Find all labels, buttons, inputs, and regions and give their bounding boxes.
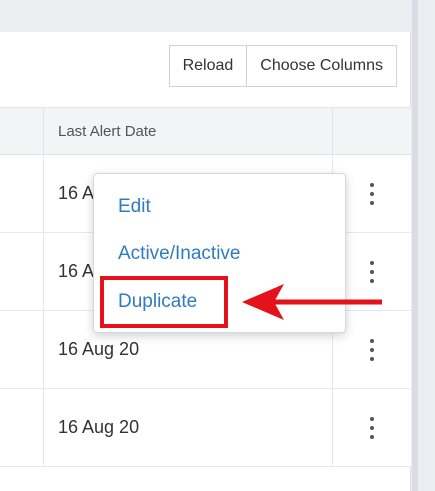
scrollbar-track <box>412 0 418 491</box>
column-header-last-alert-date[interactable]: Last Alert Date <box>43 108 333 154</box>
reload-button[interactable]: Reload <box>168 45 248 87</box>
menu-item-duplicate[interactable]: Duplicate <box>118 291 197 313</box>
row-actions-kebab-icon[interactable] <box>360 311 384 388</box>
last-alert-date-cell: 16 Aug 20 <box>43 389 333 466</box>
menu-item-edit[interactable]: Edit <box>118 196 151 218</box>
menu-item-active-inactive[interactable]: Active/Inactive <box>118 243 241 265</box>
table-toolbar: Reload Choose Columns <box>168 45 397 87</box>
row-actions-kebab-icon[interactable] <box>360 155 384 232</box>
table-header: Last Alert Date <box>0 107 411 155</box>
table-row: 16 Aug 20 <box>0 389 411 467</box>
row-actions-kebab-icon[interactable] <box>360 389 384 466</box>
arrow-left-icon <box>242 284 382 320</box>
choose-columns-button[interactable]: Choose Columns <box>247 45 397 87</box>
